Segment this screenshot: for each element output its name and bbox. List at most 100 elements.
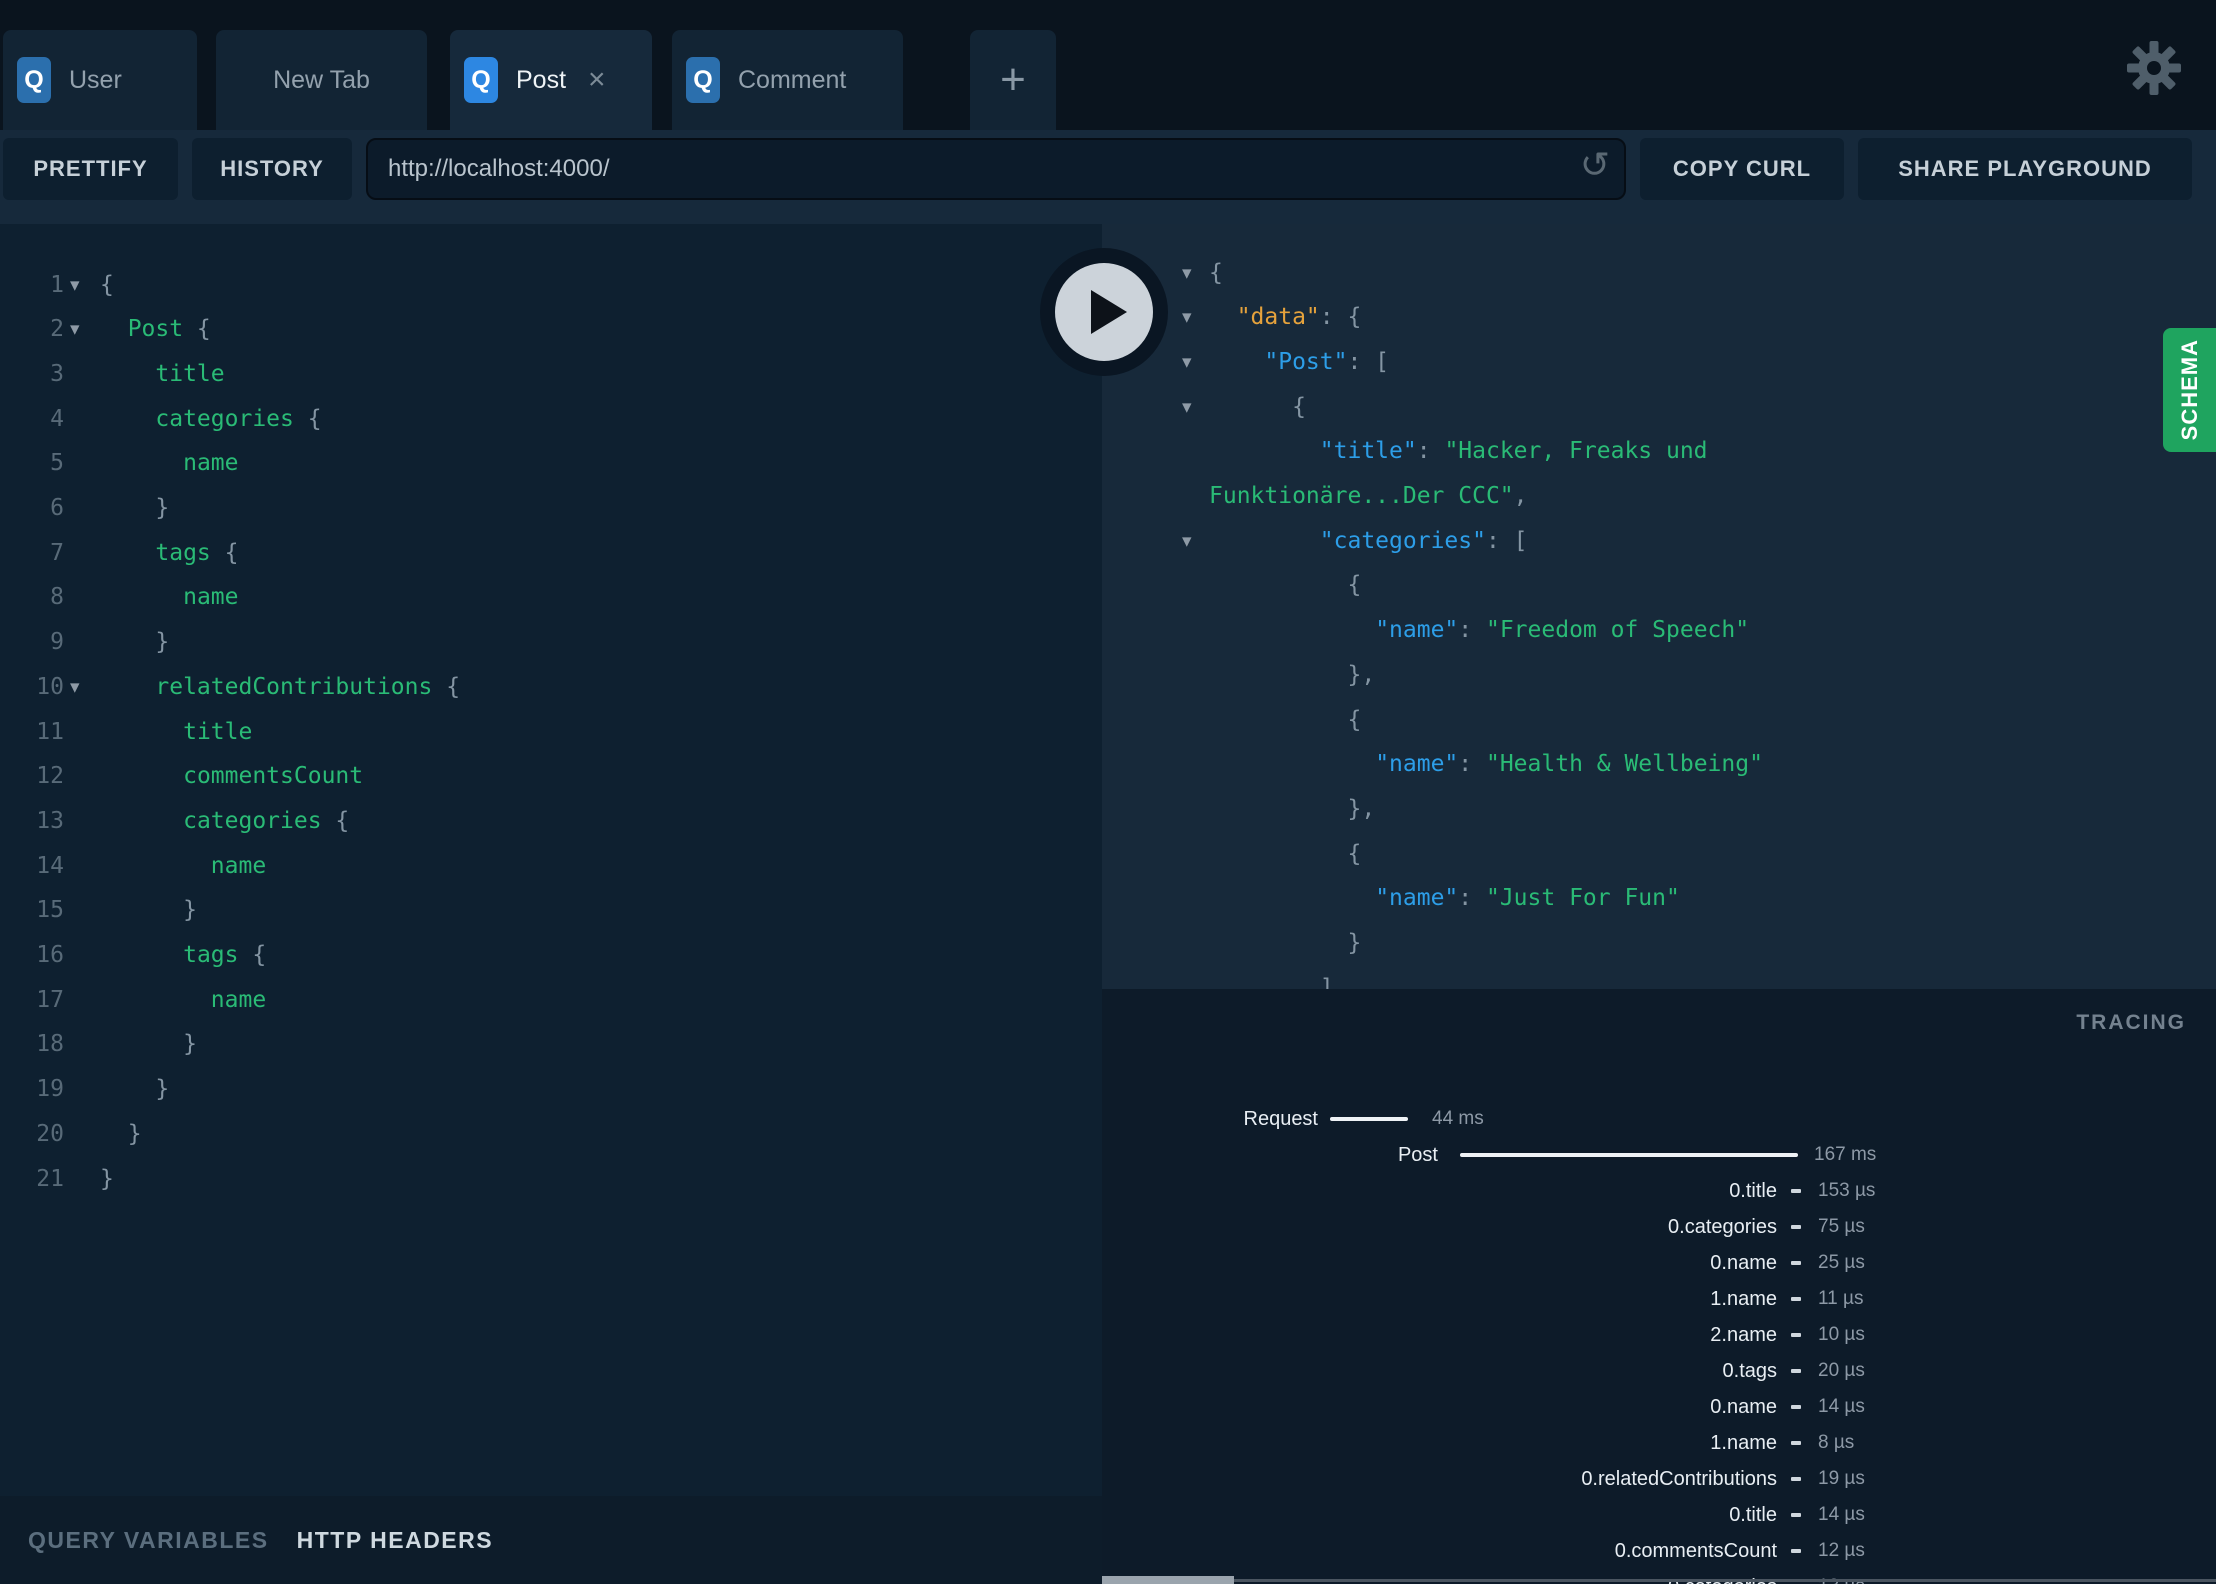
fold-arrow-icon[interactable]: ▾ xyxy=(1182,251,1192,296)
endpoint-input[interactable]: http://localhost:4000/ ↺ xyxy=(366,138,1626,200)
tab-bar: Q User New Tab Q Post × Q Comment + xyxy=(0,0,2216,130)
line-number: 10 xyxy=(36,673,64,700)
line-number: 21 xyxy=(36,1165,64,1192)
token-punc: { xyxy=(1347,840,1362,867)
token-punc: { xyxy=(1292,393,1306,420)
query-line: title xyxy=(155,352,224,397)
tab-user[interactable]: Q User xyxy=(3,30,197,130)
tracing-time: 14 µs xyxy=(1818,1396,1865,1417)
line-number: 9 xyxy=(50,629,64,656)
tracing-time: 10 µs xyxy=(1818,1324,1865,1345)
gear-icon[interactable] xyxy=(2126,40,2182,96)
tab-comment[interactable]: Q Comment xyxy=(672,30,903,130)
token-punc: } xyxy=(155,495,170,521)
token-punc: ] xyxy=(1319,974,1334,989)
token-str: "Just For Fun" xyxy=(1485,885,1680,912)
fold-arrow-icon[interactable]: ▾ xyxy=(1182,385,1192,430)
token-key: "name" xyxy=(1375,617,1459,644)
token-field: title xyxy=(183,718,253,745)
tracing-row: 0.categories 75 µs xyxy=(1102,1209,2216,1245)
token-punc: } xyxy=(155,1076,170,1103)
tab-new-tab[interactable]: New Tab xyxy=(216,30,427,130)
line-number: 13 xyxy=(36,807,64,834)
horizontal-scrollbar-thumb[interactable] xyxy=(1102,1576,1234,1584)
query-badge: Q xyxy=(17,57,51,103)
token-punc: } xyxy=(183,1031,197,1058)
close-icon[interactable]: × xyxy=(588,65,606,95)
history-button[interactable]: HISTORY xyxy=(192,138,352,200)
tab-post[interactable]: Q Post × xyxy=(450,30,652,130)
query-line: name xyxy=(211,978,266,1023)
token-field: tags xyxy=(155,539,211,566)
token-field: name xyxy=(183,450,239,477)
line-number: 20 xyxy=(36,1120,64,1147)
line-number: 12 xyxy=(36,763,64,790)
tab-label: User xyxy=(69,65,122,94)
token-field: commentsCount xyxy=(183,763,364,790)
line-number: 15 xyxy=(36,897,64,924)
tracing-time: 75 µs xyxy=(1818,1216,1865,1237)
fold-arrow-icon[interactable]: ▾ xyxy=(1182,295,1192,340)
tracing-panel: TRACING Request 44 ms Post 167 ms 0.title 153… xyxy=(1102,989,2216,1584)
token-punc: { xyxy=(321,807,350,834)
schema-tab[interactable]: SCHEMA xyxy=(2163,328,2216,452)
token-field: relatedContributions xyxy=(155,673,433,700)
tracing-row: 0.name 14 µs xyxy=(1102,1389,2216,1425)
fold-arrow-icon[interactable]: ▾ xyxy=(1182,340,1192,385)
query-line: } xyxy=(100,1157,114,1202)
token-punc: { xyxy=(1209,259,1223,286)
token-key: "title" xyxy=(1319,438,1417,465)
prettify-button[interactable]: PRETTIFY xyxy=(3,138,178,200)
share-playground-button[interactable]: SHARE PLAYGROUND xyxy=(1858,138,2192,200)
tracing-label: 0.categories xyxy=(1668,1216,1777,1238)
token-key: "Post" xyxy=(1264,348,1348,375)
line-number: 17 xyxy=(36,986,64,1013)
tracing-dash xyxy=(1791,1297,1801,1301)
copy-curl-button[interactable]: COPY CURL xyxy=(1640,138,1844,200)
token-punc: : xyxy=(1458,751,1486,778)
refresh-icon[interactable]: ↺ xyxy=(1580,144,1610,186)
fold-arrow-icon[interactable]: ▾ xyxy=(70,665,80,710)
query-line: tags { xyxy=(183,933,266,978)
response-line: ] xyxy=(1320,966,1334,989)
tracing-time: 25 µs xyxy=(1818,1252,1865,1273)
query-line: { xyxy=(100,263,114,308)
query-line: title xyxy=(183,710,252,755)
token-field: categories xyxy=(155,405,294,432)
query-editor[interactable]: 1 ▾{2 ▾ Post {3 title 4 categories {5 name 6} 7 ta… xyxy=(0,224,1102,1496)
token-field: name xyxy=(183,584,239,611)
tracing-time: 12 µs xyxy=(1818,1540,1865,1561)
query-line: } xyxy=(155,620,169,665)
token-str: "Hacker, Freaks und xyxy=(1444,438,1708,465)
tab-query-variables[interactable]: QUERY VARIABLES xyxy=(28,1527,269,1554)
line-number: 5 xyxy=(50,450,64,477)
tracing-dash xyxy=(1791,1333,1801,1337)
tracing-dash xyxy=(1791,1369,1801,1373)
tracing-label: 0.title xyxy=(1729,1504,1777,1526)
horizontal-scrollbar-track[interactable] xyxy=(1102,1579,2216,1582)
execute-button[interactable] xyxy=(1040,248,1168,376)
tracing-label: 0.name xyxy=(1710,1396,1777,1418)
fold-arrow-icon[interactable]: ▾ xyxy=(1182,519,1192,564)
response-line: { xyxy=(1348,698,1362,743)
token-punc: { xyxy=(238,942,267,968)
tracing-row: 0.commentsCount 12 µs xyxy=(1102,1533,2216,1569)
response-line: }, xyxy=(1348,787,1376,832)
new-tab-button[interactable]: + xyxy=(970,30,1056,130)
token-punc: } xyxy=(100,1165,114,1192)
token-key: "name" xyxy=(1375,885,1459,912)
line-number: 7 xyxy=(50,539,64,566)
token-punc: : { xyxy=(1319,304,1362,331)
tracing-row: 0.title 14 µs xyxy=(1102,1497,2216,1533)
token-str: "Health & Wellbeing" xyxy=(1485,751,1763,778)
fold-arrow-icon[interactable]: ▾ xyxy=(70,263,80,308)
tab-http-headers[interactable]: HTTP HEADERS xyxy=(297,1527,494,1554)
tab-label: Post xyxy=(516,65,567,94)
plus-icon: + xyxy=(1000,55,1026,104)
response-line: } xyxy=(1348,921,1362,966)
response-line: "title": "Hacker, Freaks und xyxy=(1320,429,1708,474)
tracing-label: 2.name xyxy=(1710,1324,1777,1346)
fold-arrow-icon[interactable]: ▾ xyxy=(70,307,80,352)
line-number: 6 xyxy=(50,495,64,521)
token-punc: : [ xyxy=(1347,348,1390,375)
